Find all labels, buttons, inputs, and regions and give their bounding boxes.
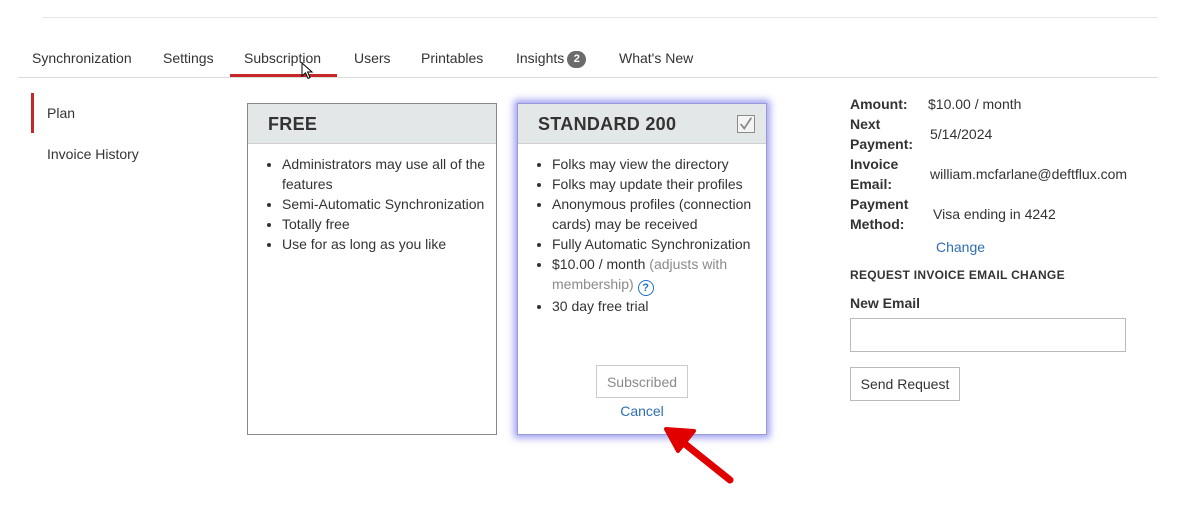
tab-settings[interactable]: Settings (149, 40, 228, 77)
checkmark-icon (739, 117, 753, 130)
sidebar-item-invoice-history[interactable]: Invoice History (47, 146, 139, 162)
invoice-email-label-line1: Invoice (850, 156, 899, 172)
mouse-cursor-icon (301, 62, 314, 80)
next-payment-label-line2: Payment: (850, 136, 914, 152)
new-email-input[interactable] (850, 318, 1126, 352)
plan-card-free: FREE Administrators may use all of the f… (247, 103, 497, 435)
plan-title: FREE (248, 104, 496, 144)
feature-list: Folks may view the directory Folks may u… (518, 154, 772, 316)
tab-insights[interactable]: Insights 2 (502, 40, 600, 77)
feature-item-price: $10.00 / month (adjusts with membership)… (552, 254, 772, 296)
plan-title: STANDARD 200 (518, 104, 766, 144)
feature-item: Semi-Automatic Synchronization (282, 194, 502, 214)
cancel-subscription-link[interactable]: Cancel (620, 403, 664, 419)
new-email-label: New Email (850, 295, 921, 311)
send-request-button[interactable]: Send Request (850, 367, 960, 401)
payment-method-label-line1: Payment (850, 196, 909, 212)
feature-item: Totally free (282, 214, 502, 234)
invoice-email-value: william.mcfarlane@deftflux.com (930, 166, 1128, 182)
feature-item: Folks may view the directory (552, 154, 772, 174)
sidebar-item-label: Invoice History (47, 146, 139, 162)
plan-title-text: STANDARD 200 (538, 114, 677, 134)
tab-users[interactable]: Users (340, 40, 405, 77)
feature-list: Administrators may use all of the featur… (248, 154, 502, 254)
amount-label: Amount: (850, 96, 908, 112)
feature-item: Fully Automatic Synchronization (552, 234, 772, 254)
feature-item: Folks may update their profiles (552, 174, 772, 194)
payment-method-label-line2: Method: (850, 216, 905, 232)
feature-item: 30 day free trial (552, 296, 772, 316)
annotation-arrow-icon (664, 427, 734, 484)
price-text: $10.00 / month (552, 256, 646, 272)
selected-plan-checkbox (737, 115, 755, 133)
sidebar-item-plan[interactable]: Plan (47, 105, 75, 121)
top-divider (42, 17, 1158, 18)
request-section-title: REQUEST INVOICE EMAIL CHANGE (850, 268, 1065, 282)
payment-method-value: Visa ending in 4242 (933, 206, 1056, 222)
sidebar-active-indicator (31, 93, 34, 133)
tab-whats-new[interactable]: What's New (605, 40, 707, 77)
tab-synchronization[interactable]: Synchronization (18, 40, 146, 77)
amount-value: $10.00 / month (928, 96, 1022, 112)
feature-item: Anonymous profiles (connection cards) ma… (552, 194, 772, 234)
plan-card-standard-200: STANDARD 200 Folks may view the director… (517, 103, 767, 435)
tab-label: Settings (163, 50, 214, 66)
tab-subscription[interactable]: Subscription (230, 40, 337, 77)
tab-printables[interactable]: Printables (407, 40, 497, 77)
tab-label: Synchronization (32, 50, 132, 66)
insights-count-badge: 2 (567, 51, 587, 68)
tab-label: What's New (619, 50, 694, 66)
change-payment-link[interactable]: Change (936, 237, 985, 257)
feature-item: Use for as long as you like (282, 234, 502, 254)
sidebar-item-label: Plan (47, 105, 76, 121)
help-icon[interactable]: ? (637, 280, 654, 296)
tab-label: Insights (516, 50, 565, 66)
tab-label: Printables (421, 50, 484, 66)
subscribed-button[interactable]: Subscribed (596, 365, 688, 398)
tab-label: Users (354, 50, 391, 66)
invoice-email-label-line2: Email: (850, 176, 893, 192)
feature-item: Administrators may use all of the featur… (282, 154, 502, 194)
next-payment-value: 5/14/2024 (930, 126, 993, 142)
next-payment-label-line1: Next (850, 116, 881, 132)
main-tabs: Synchronization Settings Subscription Us… (18, 40, 1158, 78)
